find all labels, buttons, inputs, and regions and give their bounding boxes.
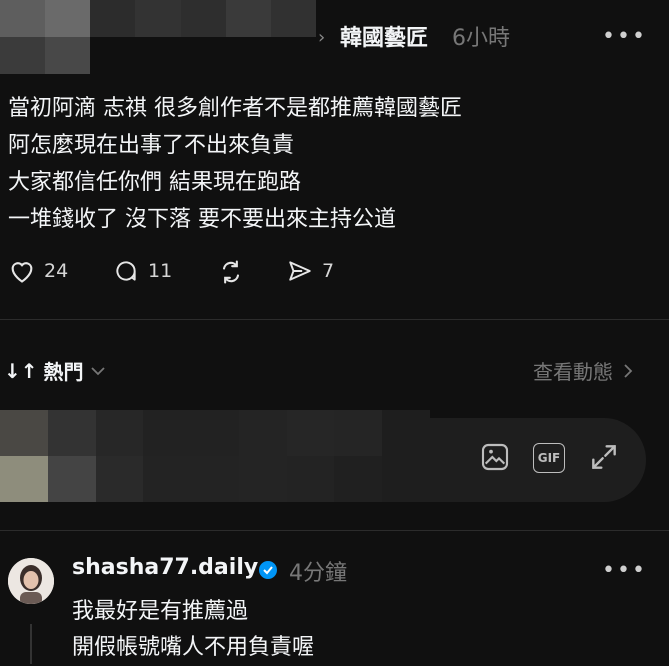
heart-icon xyxy=(11,262,33,283)
comment-line: 我最好是有推薦過 xyxy=(72,599,249,624)
comment-icon xyxy=(116,261,136,281)
comment-body: 我最好是有推薦過 開假帳號嘴人不用負責喔 xyxy=(72,594,314,666)
gif-button[interactable]: GIF xyxy=(533,443,565,473)
comment-count: 11 xyxy=(148,260,173,282)
sort-arrows-icon: ↓↑ xyxy=(4,358,38,383)
post-more-options-button[interactable]: ••• xyxy=(602,24,647,49)
divider xyxy=(0,530,669,531)
avatar[interactable] xyxy=(8,558,54,604)
comment-button[interactable]: 11 xyxy=(112,258,172,284)
comment-more-options-button[interactable]: ••• xyxy=(602,558,647,583)
post-body: 當初阿滴 志祺 很多創作者不是都推薦韓國藝匠 阿怎麼現在出事了不出來負責 大家都… xyxy=(8,90,462,238)
view-activity-label: 查看動態 xyxy=(533,360,613,384)
send-icon xyxy=(289,261,311,281)
view-activity-link[interactable]: 查看動態 xyxy=(533,356,633,385)
blurred-author-block xyxy=(0,0,316,74)
like-button[interactable]: 24 xyxy=(8,258,68,284)
share-count: 7 xyxy=(322,260,335,282)
like-count: 24 xyxy=(44,260,69,282)
community-link[interactable]: 韓國藝匠 xyxy=(340,20,428,52)
chevron-down-icon xyxy=(90,366,105,375)
post-line: 一堆錢收了 沒下落 要不要出來主持公道 xyxy=(8,207,396,232)
divider xyxy=(0,319,669,320)
comment-timestamp: 4分鐘 xyxy=(289,561,347,586)
sort-label: 熱門 xyxy=(43,360,84,384)
repost-button[interactable] xyxy=(216,258,246,286)
image-icon[interactable] xyxy=(479,441,511,473)
post-timestamp: 6小時 xyxy=(452,26,510,51)
verified-badge-icon xyxy=(259,561,277,579)
gif-label: GIF xyxy=(537,451,561,465)
expand-icon[interactable] xyxy=(588,441,620,473)
post-line: 當初阿滴 志祺 很多創作者不是都推薦韓國藝匠 xyxy=(8,96,462,121)
chevron-right-icon xyxy=(624,363,633,378)
thread-line xyxy=(30,624,32,664)
blurred-composer-avatar xyxy=(0,410,430,502)
comment-username[interactable]: shasha77.daily xyxy=(72,555,258,580)
post-line: 大家都信任你們 結果現在跑路 xyxy=(8,170,301,195)
breadcrumb-chevron-icon: › xyxy=(318,27,326,48)
comment-line: 開假帳號嘴人不用負責喔 xyxy=(72,635,315,660)
share-button[interactable]: 7 xyxy=(286,258,334,284)
post-line: 阿怎麼現在出事了不出來負責 xyxy=(8,133,295,158)
sort-dropdown[interactable]: ↓↑ 熱門 xyxy=(4,356,106,385)
repost-icon xyxy=(222,260,240,284)
